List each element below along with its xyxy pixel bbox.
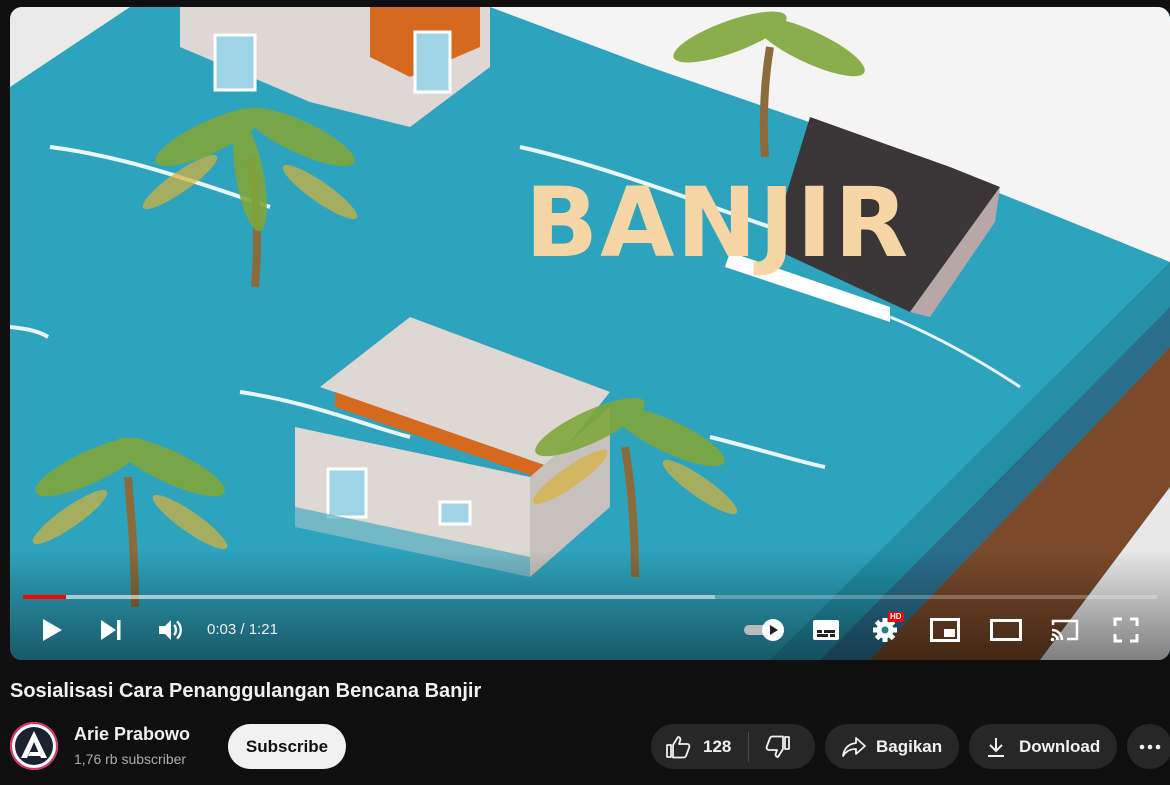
share-icon (842, 736, 866, 757)
share-content: Bagikan (825, 724, 942, 769)
progress-bar[interactable] (23, 595, 1157, 599)
progress-buffered (23, 595, 715, 599)
video-overlay-title: BANJIR (525, 167, 911, 279)
time-display: 0:03 / 1:21 (207, 621, 278, 638)
theater-icon (990, 619, 1022, 641)
download-content: Download (969, 724, 1100, 769)
download-icon (988, 737, 1004, 757)
download-label: Download (1019, 736, 1101, 756)
autoplay-toggle-icon (744, 619, 784, 641)
like-icon (666, 735, 691, 758)
cast-button[interactable] (1042, 607, 1088, 653)
video-title: Sosialisasi Cara Penanggulangan Bencana … (10, 680, 482, 702)
next-icon (101, 620, 121, 640)
hd-badge: HD (888, 612, 904, 622)
play-icon (43, 619, 62, 641)
like-dislike-group: 128 (651, 724, 815, 769)
video-player[interactable]: BANJIR 0:03 / 1:21 HD (10, 7, 1170, 660)
play-button[interactable] (29, 607, 75, 653)
more-actions-button[interactable] (1127, 724, 1170, 769)
fullscreen-icon (1113, 617, 1139, 643)
cast-icon (1050, 619, 1079, 642)
dislike-button[interactable] (749, 724, 807, 769)
volume-button[interactable] (147, 607, 193, 653)
like-count: 128 (703, 736, 732, 756)
autoplay-toggle[interactable] (738, 607, 790, 653)
progress-played (23, 595, 67, 599)
channel-logo-icon (10, 722, 58, 770)
miniplayer-icon (930, 618, 960, 642)
download-button[interactable]: Download (969, 724, 1117, 769)
more-icon (1139, 744, 1160, 749)
dislike-icon (766, 735, 791, 758)
subtitles-icon (813, 620, 839, 640)
channel-name[interactable]: Arie Prabowo (74, 724, 190, 745)
like-button[interactable]: 128 (651, 724, 748, 769)
subscribe-button[interactable]: Subscribe (228, 724, 346, 769)
fullscreen-button[interactable] (1103, 607, 1149, 653)
channel-avatar[interactable] (10, 722, 58, 770)
volume-icon (159, 620, 182, 640)
time-separator: / (236, 621, 249, 638)
share-label: Bagikan (876, 736, 943, 756)
theater-button[interactable] (983, 607, 1029, 653)
time-current: 0:03 (207, 621, 237, 638)
subscriber-count: 1,76 rb subscriber (74, 751, 187, 767)
miniplayer-button[interactable] (922, 607, 968, 653)
player-controls: 0:03 / 1:21 HD (10, 607, 1170, 653)
next-button[interactable] (88, 607, 134, 653)
subtitles-button[interactable] (803, 607, 849, 653)
share-button[interactable]: Bagikan (825, 724, 959, 769)
time-total: 1:21 (248, 621, 278, 638)
settings-button[interactable]: HD (862, 607, 908, 653)
